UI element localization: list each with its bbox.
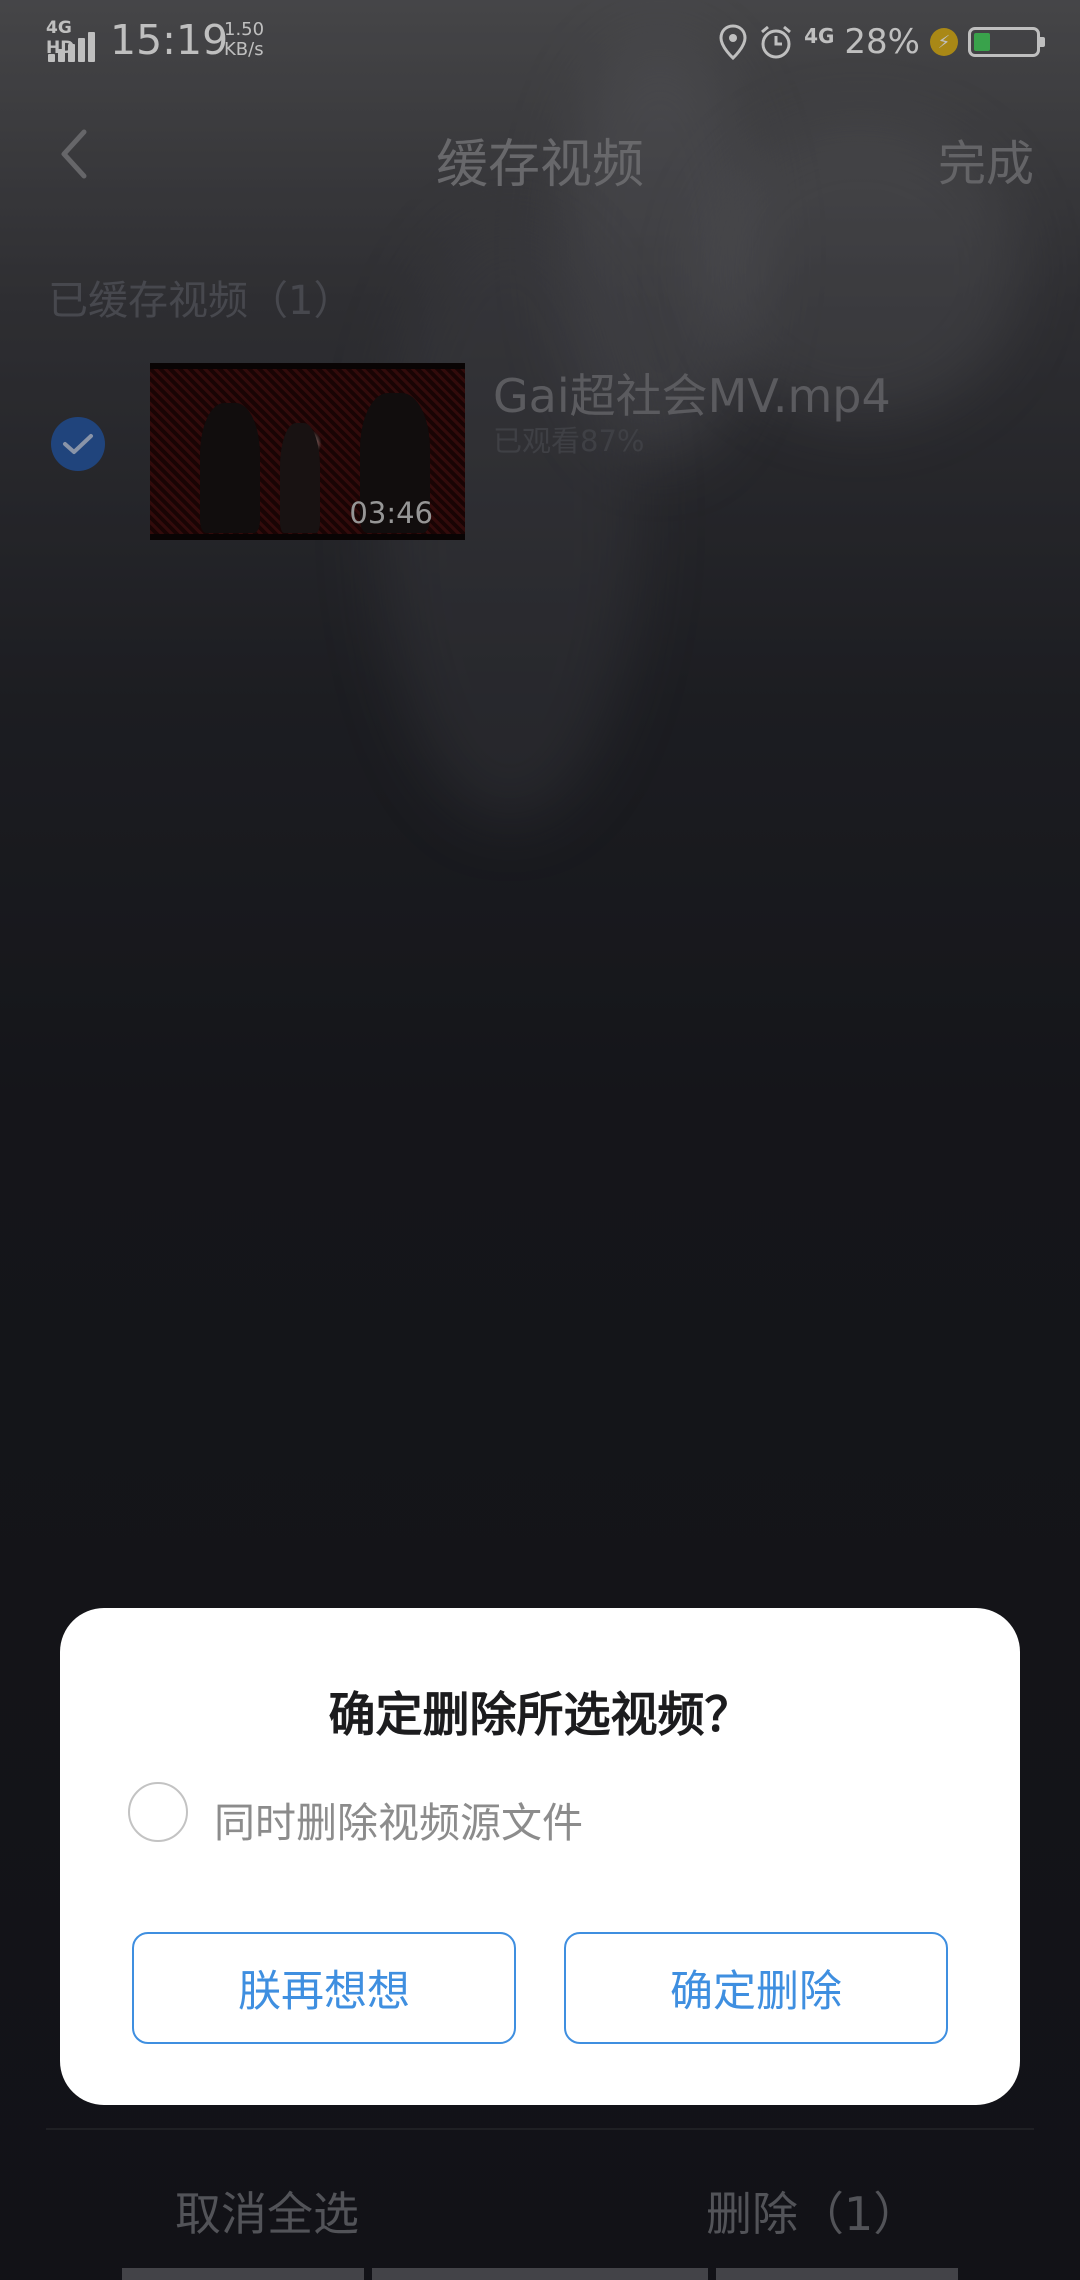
- confirm-delete-button[interactable]: 确定删除: [564, 1932, 948, 2044]
- cancel-button[interactable]: 朕再想想: [132, 1932, 516, 2044]
- dialog-title: 确定删除所选视频？: [328, 1688, 752, 1743]
- delete-source-checkbox[interactable]: [128, 1782, 188, 1842]
- delete-confirm-dialog: 确定删除所选视频？ 同时删除视频源文件 朕再想想 确定删除: [60, 1608, 1020, 2105]
- delete-source-label[interactable]: 同时删除视频源文件: [214, 1789, 583, 1849]
- screen: 4G HD 15:19 1.50 KB/s 4G 28% ⚡ 缓存视频 完成 已…: [0, 0, 1080, 2280]
